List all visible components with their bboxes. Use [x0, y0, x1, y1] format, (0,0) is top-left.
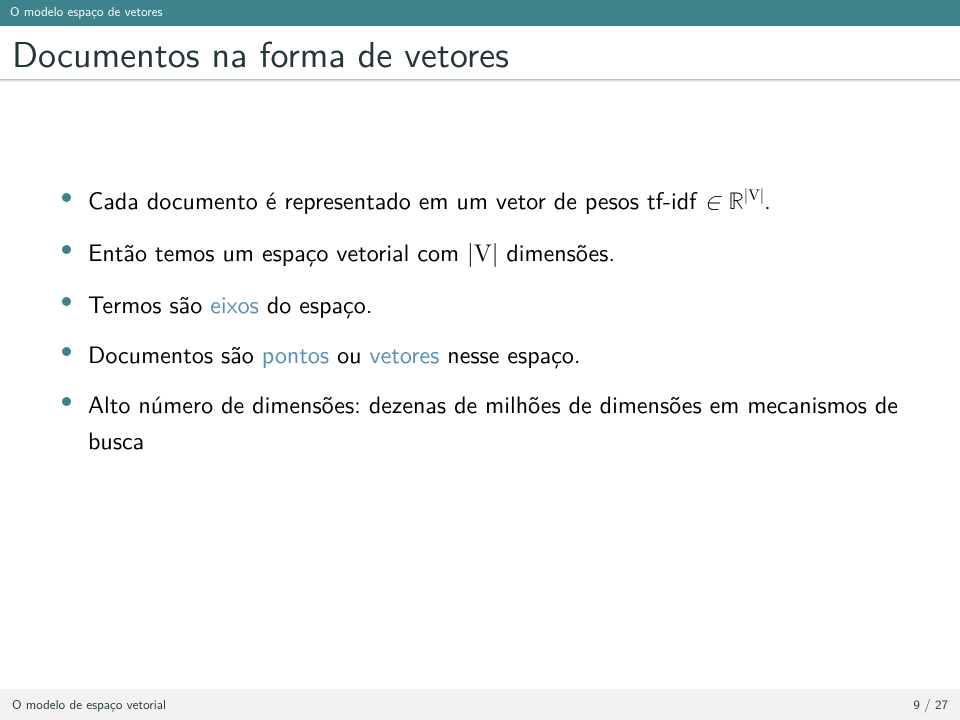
list-item: Então temos um espaço vetorial com |V| d… [62, 234, 898, 272]
text: dimensões. [498, 234, 615, 269]
math-prefix: ∈ [704, 190, 728, 214]
bullet-list: Cada documento é representado em um veto… [62, 182, 898, 458]
slide: O modelo espaço de vetores Documentos na… [0, 0, 960, 720]
text: ou [329, 336, 369, 371]
math-sup: |V| [744, 188, 764, 204]
text: Alto número de dimensões: dezenas de mil… [88, 386, 898, 457]
bullet-icon [62, 397, 71, 406]
text: Documentos são [88, 336, 262, 371]
bullet-icon [62, 297, 71, 306]
math: ∈ ℝ|V| [704, 190, 764, 214]
text: Então temos um espaço vetorial com [88, 234, 467, 269]
list-item: Documentos são pontos ou vetores nesse e… [62, 336, 898, 372]
math-R: ℝ [728, 190, 743, 214]
header-bar: O modelo espaço de vetores [0, 0, 960, 26]
highlight: eixos [210, 286, 259, 321]
title-band: Documentos na forma de vetores [0, 26, 960, 79]
footer-right: 9 / 27 [913, 695, 948, 714]
bullet-icon [62, 245, 71, 254]
bullet-icon [62, 347, 71, 356]
list-item: Cada documento é representado em um veto… [62, 182, 898, 220]
list-item: Alto número de dimensões: dezenas de mil… [62, 386, 898, 458]
math-var: |V| [467, 242, 498, 266]
footer-bar: O modelo de espaço vetorial 9 / 27 [0, 689, 960, 720]
list-item: Termos são eixos do espaço. [62, 286, 898, 322]
footer-left: O modelo de espaço vetorial [12, 695, 166, 714]
text: nesse espaço. [439, 336, 580, 371]
text: Termos são [88, 286, 210, 321]
highlight: vetores [370, 336, 440, 371]
highlight: pontos [262, 336, 329, 371]
content-area: Cada documento é representado em um veto… [0, 82, 960, 720]
text: do espaço. [259, 286, 373, 321]
header-section: O modelo espaço de vetores [10, 2, 162, 21]
text: . [764, 182, 771, 217]
slide-title: Documentos na forma de vetores [12, 32, 948, 73]
text: Cada documento é representado em um veto… [88, 182, 704, 217]
bullet-icon [62, 193, 71, 202]
